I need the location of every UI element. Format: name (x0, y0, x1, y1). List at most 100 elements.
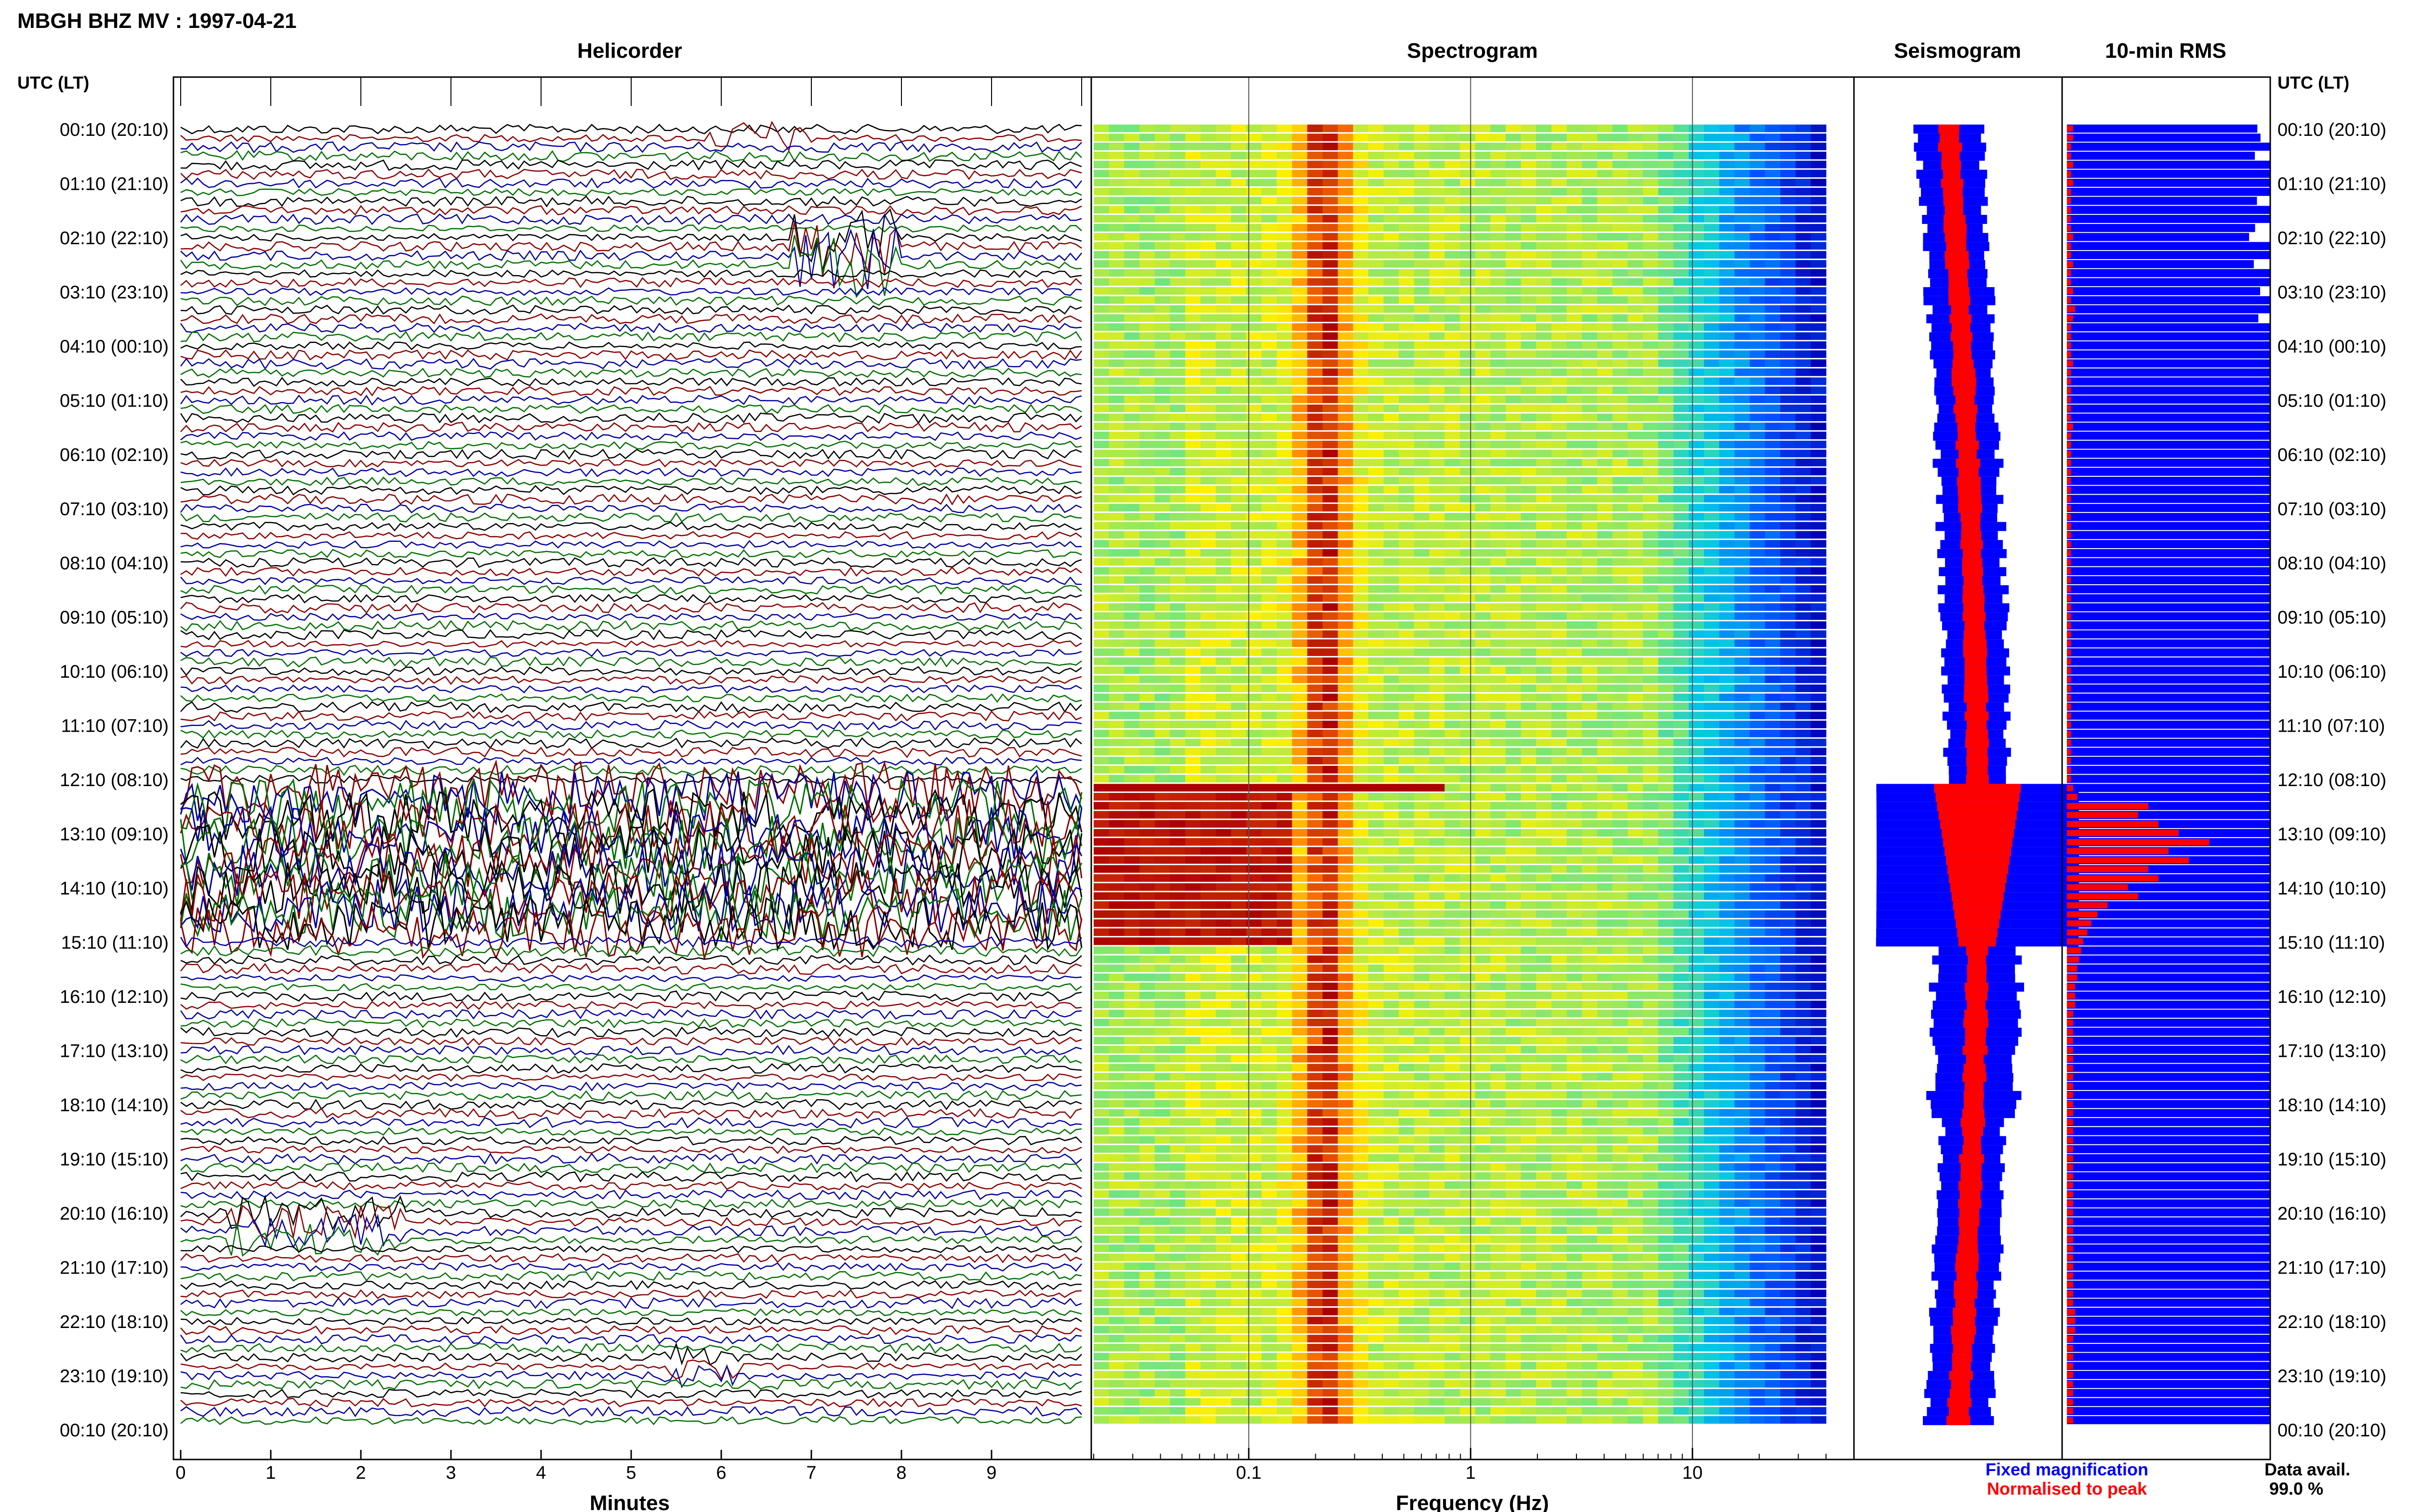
spectrogram-cell (1323, 432, 1338, 439)
spectrogram-cell (1749, 377, 1765, 385)
spectrogram-cell (1566, 838, 1582, 846)
spectrogram-cell (1353, 404, 1369, 412)
spectrogram-cell (1399, 224, 1415, 232)
spectrogram-cell (1216, 440, 1231, 448)
spectrogram-cell (1460, 179, 1476, 186)
spectrogram-cell (1094, 811, 1110, 819)
spectrogram-cell (1139, 964, 1155, 973)
spectrogram-cell (1353, 504, 1369, 512)
spectrogram-cell (1749, 919, 1765, 927)
spectrogram-cell (1536, 504, 1552, 512)
spectrogram-cell (1490, 323, 1506, 331)
spectrogram-cell (1566, 179, 1582, 186)
spectrogram-cell (1399, 314, 1415, 322)
spectrogram-cell (1704, 413, 1720, 421)
spectrogram-cell (1185, 459, 1201, 467)
spectrogram-cell (1643, 964, 1659, 973)
spectrogram-cell (1216, 143, 1231, 150)
spectrogram-cell (1475, 775, 1491, 783)
spectrogram-cell (1643, 440, 1659, 448)
spectrogram-cell (1795, 721, 1811, 728)
spectrogram-cell (1521, 765, 1536, 774)
spectrogram-cell (1521, 892, 1536, 900)
spectrogram-cell (1612, 991, 1628, 999)
spectrogram-cell (1689, 160, 1705, 169)
spectrogram-cell (1444, 296, 1460, 304)
spectrogram-cell (1414, 531, 1430, 539)
spectrogram-cell (1399, 793, 1415, 801)
spectrogram-cell (1124, 630, 1140, 638)
spectrogram-cell (1109, 459, 1125, 467)
spectrogram-cell (1673, 702, 1689, 710)
spectrogram-cell (1170, 395, 1186, 403)
spectrogram-cell (1353, 883, 1369, 891)
spectrogram-cell (1780, 693, 1796, 701)
spectrogram-cell (1749, 937, 1765, 945)
spectrogram-cell (1368, 576, 1384, 584)
spectrogram-cell (1109, 269, 1125, 277)
spectrogram-cell (1460, 910, 1476, 918)
spectrogram-cell (1719, 233, 1735, 241)
spectrogram-cell (1307, 287, 1323, 295)
spectrogram-cell (1337, 269, 1353, 277)
spectrogram-cell (1460, 314, 1476, 322)
spectrogram-cell (1124, 468, 1140, 475)
spectrogram-cell (1460, 495, 1476, 503)
spectrogram-cell (1566, 332, 1582, 340)
spectrogram-cell (1216, 350, 1231, 358)
spectrogram-cell (1185, 305, 1201, 313)
spectrogram-cell (1749, 476, 1765, 485)
spectrogram-cell (1765, 468, 1781, 475)
spectrogram-cell (1460, 964, 1476, 973)
spectrogram-cell (1704, 757, 1720, 764)
spectrogram-cell (1460, 865, 1476, 873)
spectrogram-cell (1170, 883, 1186, 891)
spectrogram-cell (1628, 946, 1643, 954)
spectrogram-cell (1689, 585, 1705, 593)
spectrogram-cell (1323, 476, 1338, 485)
spectrogram-cell (1551, 675, 1567, 684)
spectrogram-cell (1383, 748, 1399, 756)
spectrogram-cell (1323, 215, 1338, 223)
spectrogram-cell (1368, 630, 1384, 638)
spectrogram-cell (1170, 838, 1186, 846)
spectrogram-cell (1689, 170, 1705, 178)
spectrogram-cell (1444, 765, 1460, 774)
spectrogram-cell (1337, 576, 1353, 584)
spectrogram-cell (1673, 946, 1689, 954)
spectrogram-cell (1490, 910, 1506, 918)
spectrogram-cell (1765, 973, 1781, 981)
spectrogram-panel (1090, 76, 1855, 1460)
spectrogram-cell (1139, 865, 1155, 873)
spectrogram-cell (1506, 639, 1522, 647)
spectrogram-cell (1719, 784, 1735, 792)
spectrogram-cell (1506, 549, 1522, 557)
spectrogram-cell (1444, 287, 1460, 295)
spectrogram-cell (1139, 260, 1155, 268)
spectrogram-cell (1139, 296, 1155, 304)
spectrogram-cell (1612, 224, 1628, 232)
spectrogram-cell (1200, 179, 1216, 186)
spectrogram-cell (1185, 160, 1201, 169)
spectrogram-cell (1643, 341, 1659, 349)
spectrogram-cell (1444, 305, 1460, 313)
spectrogram-cell (1475, 684, 1491, 692)
spectrogram-cell (1582, 910, 1598, 918)
spectrogram-cell (1521, 449, 1536, 458)
spectrogram-cell (1506, 964, 1522, 973)
spectrogram-cell (1154, 946, 1170, 954)
spectrogram-cell (1612, 874, 1628, 882)
spectrogram-cell (1399, 765, 1415, 774)
helicorder-trace (180, 666, 1082, 676)
spectrogram-cell (1170, 224, 1186, 232)
spectrogram-cell (1139, 775, 1155, 783)
spectrogram-cell (1475, 476, 1491, 485)
spectrogram-cell (1231, 901, 1247, 909)
spectrogram-cell (1719, 432, 1735, 439)
spectrogram-cell (1506, 160, 1522, 169)
spectrogram-cell (1170, 639, 1186, 647)
spectrogram-cell (1582, 449, 1598, 458)
spectrogram-cell (1734, 179, 1750, 186)
spectrogram-cell (1124, 621, 1140, 629)
spectrogram-cell (1597, 603, 1613, 611)
